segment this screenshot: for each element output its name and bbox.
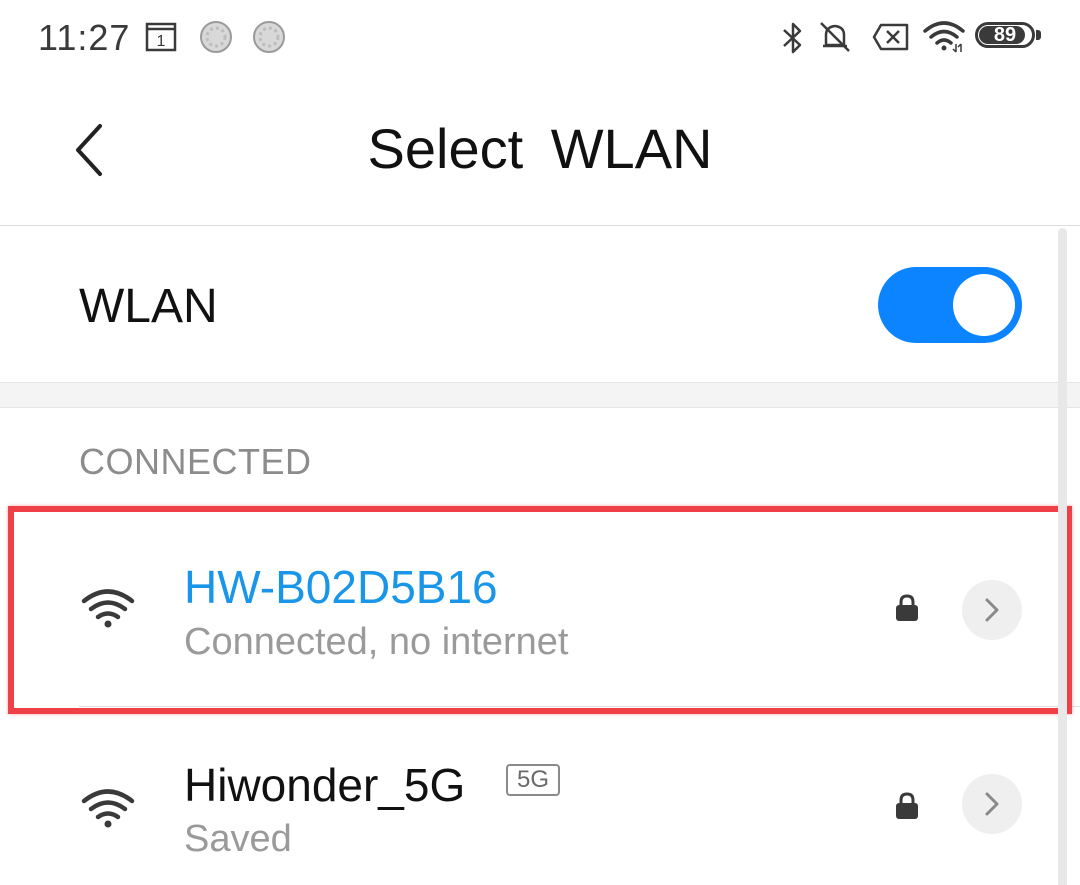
lock-icon (896, 792, 918, 819)
wifi-signal-icon (81, 789, 135, 828)
no-sim-icon (872, 23, 909, 51)
page-title: Select WLAN (367, 117, 713, 180)
notification-dot-icon (200, 21, 232, 53)
connected-section-header: CONNECTED (79, 441, 312, 482)
title-bar: Select WLAN (0, 76, 1080, 226)
battery-icon: 89 (975, 22, 1045, 52)
network-row-saved[interactable]: Hiwonder_5G 5G Saved (0, 708, 1080, 885)
notification-dot-icon (253, 21, 285, 53)
wlan-toggle-row[interactable]: WLAN (0, 226, 1080, 382)
wlan-settings-screen: 11:27 1 89 Select WLAN WLAN CONNECTED HW… (0, 0, 1080, 885)
band-badge: 5G (506, 764, 560, 796)
network-name: Hiwonder_5G (184, 759, 466, 811)
wifi-icon (923, 21, 965, 53)
calendar-day: 1 (157, 33, 166, 50)
network-details-button[interactable] (962, 774, 1022, 834)
wlan-toggle-switch[interactable] (878, 267, 1022, 343)
wlan-label: WLAN (79, 280, 218, 333)
status-time: 11:27 (38, 17, 131, 58)
chevron-right-icon (985, 792, 999, 816)
status-bar: 11:27 1 89 (0, 0, 1080, 76)
mute-icon (820, 22, 850, 52)
scrollbar[interactable] (1058, 228, 1067, 885)
bluetooth-icon (783, 22, 802, 54)
toggle-knob (953, 274, 1015, 336)
calendar-icon: 1 (145, 22, 177, 52)
network-status: Saved (184, 818, 292, 860)
section-divider (0, 382, 1080, 408)
battery-level: 89 (993, 24, 1017, 46)
highlight-annotation (8, 506, 1072, 714)
